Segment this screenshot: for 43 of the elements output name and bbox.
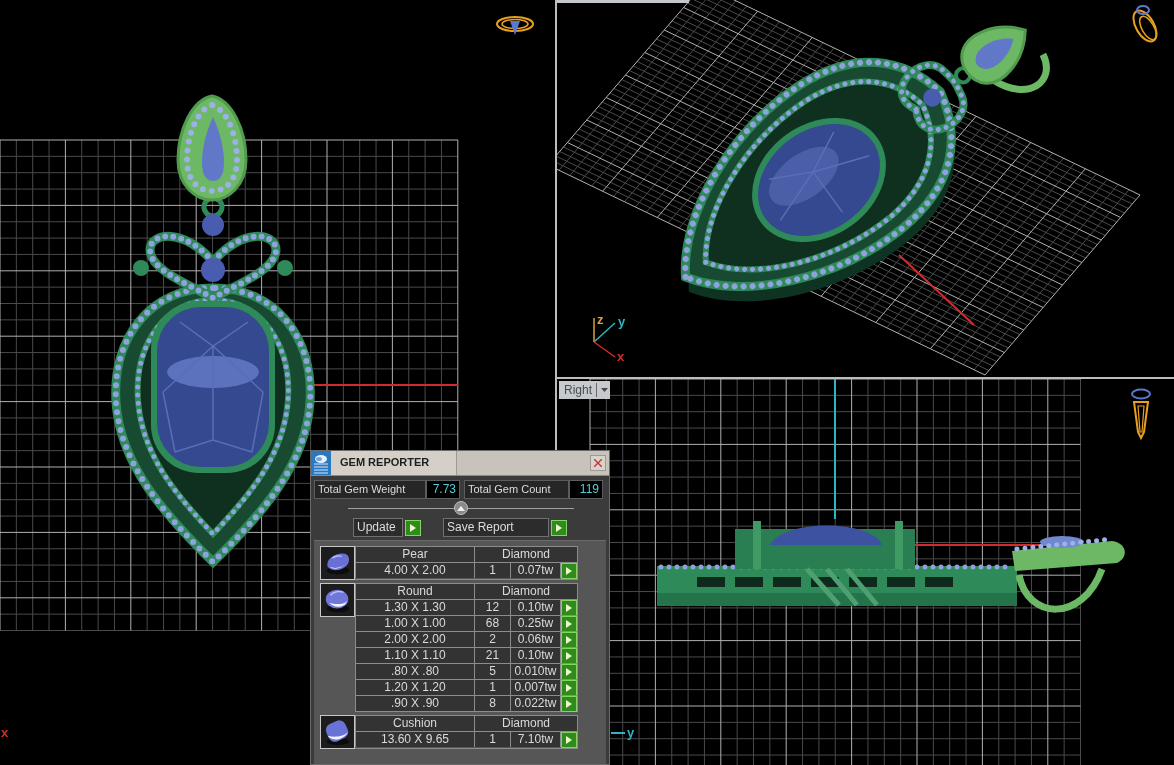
gem-material-cell: Diamond (474, 715, 577, 731)
total-count-value: 119 (569, 480, 603, 499)
gem-count-cell: 1 (474, 562, 510, 578)
gem-weight-cell: 0.010tw (510, 663, 560, 679)
gem-weight-cell: 0.07tw (510, 562, 560, 578)
gem-material-cell: Diamond (474, 546, 577, 562)
total-weight-value: 7.73 (426, 480, 460, 499)
gem-size-cell: .80 X .80 (355, 663, 474, 679)
gem-weight-cell: 0.06tw (510, 631, 560, 647)
gem-size-cell: 1.10 X 1.10 (355, 647, 474, 663)
gem-size-cell: 2.00 X 2.00 (355, 631, 474, 647)
gem-weight-cell: 0.022tw (510, 695, 560, 711)
gem-shape-cell: Pear (355, 546, 474, 562)
gem-shape-cell: Cushion (355, 715, 474, 731)
gem-weight-cell: 0.10tw (510, 599, 560, 615)
gem-count-cell: 1 (474, 731, 510, 747)
axis-label: x (1, 725, 9, 740)
axis-label: z (597, 312, 604, 327)
gem-size-cell: 4.00 X 2.00 (355, 562, 474, 578)
gem-count-cell: 12 (474, 599, 510, 615)
total-count-label: Total Gem Count (464, 480, 569, 499)
gem-count-cell: 21 (474, 647, 510, 663)
window-title: GEM REPORTER (331, 451, 457, 475)
gem-weight-cell: 0.10tw (510, 647, 560, 663)
gem-shape-cell: Round (355, 583, 474, 599)
total-weight-label: Total Gem Weight (314, 480, 426, 499)
gem-count-cell: 8 (474, 695, 510, 711)
gem-weight-cell: 0.25tw (510, 615, 560, 631)
axis-label: y (618, 314, 626, 329)
gem-count-cell: 2 (474, 631, 510, 647)
gem-size-cell: 13.60 X 9.65 (355, 731, 474, 747)
axis-label: y (627, 725, 635, 740)
gem-count-cell: 1 (474, 679, 510, 695)
gem-weight-cell: 7.10tw (510, 731, 560, 747)
gem-material-cell: Diamond (474, 583, 577, 599)
gem-count-cell: 5 (474, 663, 510, 679)
gem-count-cell: 68 (474, 615, 510, 631)
gem-size-cell: 1.00 X 1.00 (355, 615, 474, 631)
gem-size-cell: .90 X .90 (355, 695, 474, 711)
gem-weight-cell: 0.007tw (510, 679, 560, 695)
gem-size-cell: 1.20 X 1.20 (355, 679, 474, 695)
gem-size-cell: 1.30 X 1.30 (355, 599, 474, 615)
axis-label: x (617, 349, 625, 364)
